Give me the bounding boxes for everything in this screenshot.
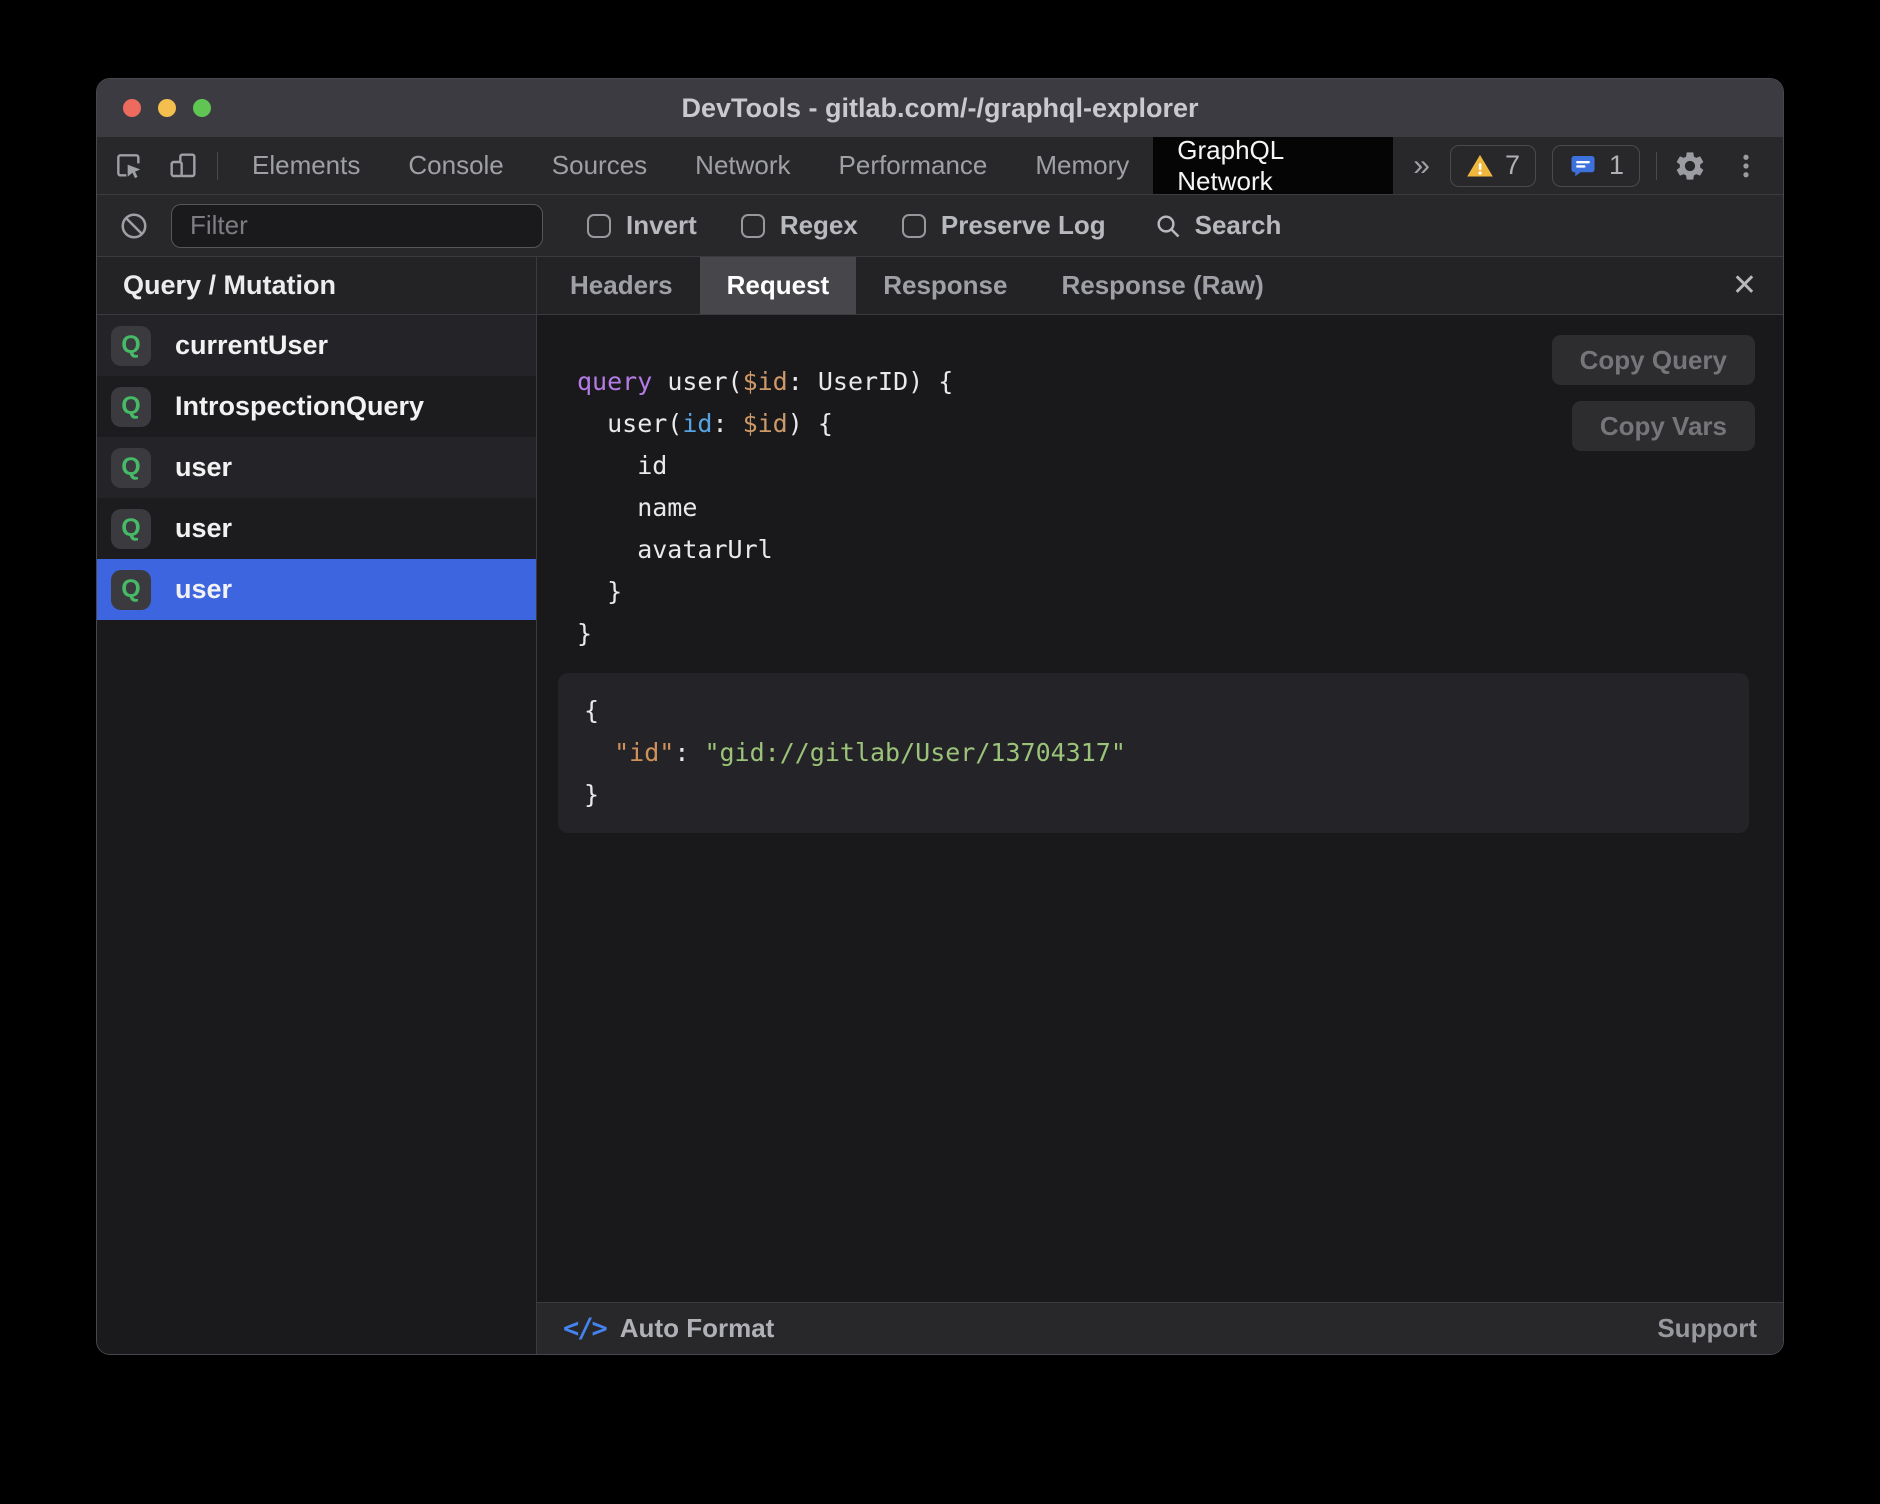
list-item-currentUser[interactable]: Q currentUser <box>97 315 536 376</box>
list-item-user-1[interactable]: Q user <box>97 437 536 498</box>
close-window-button[interactable] <box>123 99 141 117</box>
list-item-user-2[interactable]: Q user <box>97 498 536 559</box>
settings-gear-icon[interactable] <box>1673 149 1707 183</box>
query-type-badge: Q <box>111 509 151 549</box>
query-type-badge: Q <box>111 448 151 488</box>
warning-count: 7 <box>1505 150 1520 181</box>
title-bar: DevTools - gitlab.com/-/graphql-explorer <box>97 79 1783 137</box>
list-item-label: currentUser <box>175 330 328 361</box>
query-list-sidebar: Query / Mutation Q currentUser Q Introsp… <box>97 257 537 1354</box>
devtools-window: DevTools - gitlab.com/-/graphql-explorer… <box>96 78 1784 1355</box>
list-item-label: user <box>175 574 232 605</box>
query-type-badge: Q <box>111 387 151 427</box>
device-toolbar-icon[interactable] <box>167 150 199 182</box>
sidebar-header: Query / Mutation <box>97 257 536 315</box>
tab-sources[interactable]: Sources <box>528 137 671 194</box>
regex-label: Regex <box>780 210 858 241</box>
detail-tab-strip: Headers Request Response Response (Raw) … <box>537 257 1783 315</box>
main-area: Query / Mutation Q currentUser Q Introsp… <box>97 257 1783 1354</box>
warnings-badge[interactable]: 7 <box>1450 145 1536 187</box>
clear-block-icon[interactable] <box>119 211 149 241</box>
auto-format-label: Auto Format <box>620 1313 775 1344</box>
issues-badge[interactable]: 1 <box>1552 145 1640 187</box>
list-item-user-3-selected[interactable]: Q user <box>97 559 536 620</box>
detail-panel: Headers Request Response Response (Raw) … <box>537 257 1783 1354</box>
toolbar-icons <box>113 137 217 194</box>
toolbar-divider <box>217 152 218 180</box>
invert-label: Invert <box>626 210 697 241</box>
invert-checkbox[interactable]: Invert <box>587 210 697 241</box>
query-list: Q currentUser Q IntrospectionQuery Q use… <box>97 315 536 1354</box>
tab-memory[interactable]: Memory <box>1011 137 1153 194</box>
panel-footer: </> Auto Format Support <box>537 1302 1783 1354</box>
tab-headers[interactable]: Headers <box>543 257 700 314</box>
filter-input[interactable] <box>171 204 543 248</box>
request-view: Copy Query Copy Vars query user($id: Use… <box>537 315 1783 1302</box>
regex-checkbox-box <box>741 214 765 238</box>
devtools-toolbar: Elements Console Sources Network Perform… <box>97 137 1783 195</box>
traffic-lights <box>123 79 211 137</box>
auto-format-button[interactable]: </> Auto Format <box>563 1313 774 1344</box>
search-label: Search <box>1195 210 1282 241</box>
more-tabs-icon[interactable]: » <box>1393 137 1450 194</box>
search-icon <box>1154 212 1182 240</box>
tab-graphql-network[interactable]: GraphQL Network <box>1153 137 1393 194</box>
toolbar-right: 7 1 <box>1450 137 1783 194</box>
preserve-log-label: Preserve Log <box>941 210 1106 241</box>
tab-performance[interactable]: Performance <box>815 137 1012 194</box>
filter-bar: Invert Regex Preserve Log Search <box>97 195 1783 257</box>
query-type-badge: Q <box>111 326 151 366</box>
message-icon <box>1568 151 1598 181</box>
support-link[interactable]: Support <box>1657 1313 1757 1344</box>
tab-console[interactable]: Console <box>384 137 527 194</box>
toolbar-right-divider <box>1656 152 1657 180</box>
main-tab-strip: Elements Console Sources Network Perform… <box>228 137 1393 194</box>
copy-query-button[interactable]: Copy Query <box>1552 335 1755 385</box>
copy-buttons: Copy Query Copy Vars <box>1552 335 1755 451</box>
list-item-label: IntrospectionQuery <box>175 391 424 422</box>
tab-elements[interactable]: Elements <box>228 137 384 194</box>
list-item-label: user <box>175 513 232 544</box>
preserve-log-checkbox-box <box>902 214 926 238</box>
zoom-window-button[interactable] <box>193 99 211 117</box>
close-panel-icon[interactable]: ✕ <box>1706 257 1783 314</box>
copy-vars-button[interactable]: Copy Vars <box>1572 401 1755 451</box>
tab-request[interactable]: Request <box>700 257 857 314</box>
list-item-label: user <box>175 452 232 483</box>
warning-icon <box>1466 152 1494 180</box>
minimize-window-button[interactable] <box>158 99 176 117</box>
tab-network[interactable]: Network <box>671 137 814 194</box>
inspect-element-icon[interactable] <box>113 150 145 182</box>
search-toggle[interactable]: Search <box>1154 210 1282 241</box>
issues-count: 1 <box>1609 150 1624 181</box>
preserve-log-checkbox[interactable]: Preserve Log <box>902 210 1106 241</box>
invert-checkbox-box <box>587 214 611 238</box>
kebab-menu-icon[interactable] <box>1723 151 1761 181</box>
regex-checkbox[interactable]: Regex <box>741 210 858 241</box>
window-title: DevTools - gitlab.com/-/graphql-explorer <box>681 93 1198 124</box>
tab-response-raw[interactable]: Response (Raw) <box>1034 257 1290 314</box>
query-type-badge: Q <box>111 570 151 610</box>
query-variables-code: { "id": "gid://gitlab/User/13704317"} <box>584 690 1723 816</box>
tab-response[interactable]: Response <box>856 257 1034 314</box>
list-item-introspectionquery[interactable]: Q IntrospectionQuery <box>97 376 536 437</box>
query-variables-box: { "id": "gid://gitlab/User/13704317"} <box>558 673 1749 833</box>
code-brackets-icon: </> <box>563 1313 606 1344</box>
